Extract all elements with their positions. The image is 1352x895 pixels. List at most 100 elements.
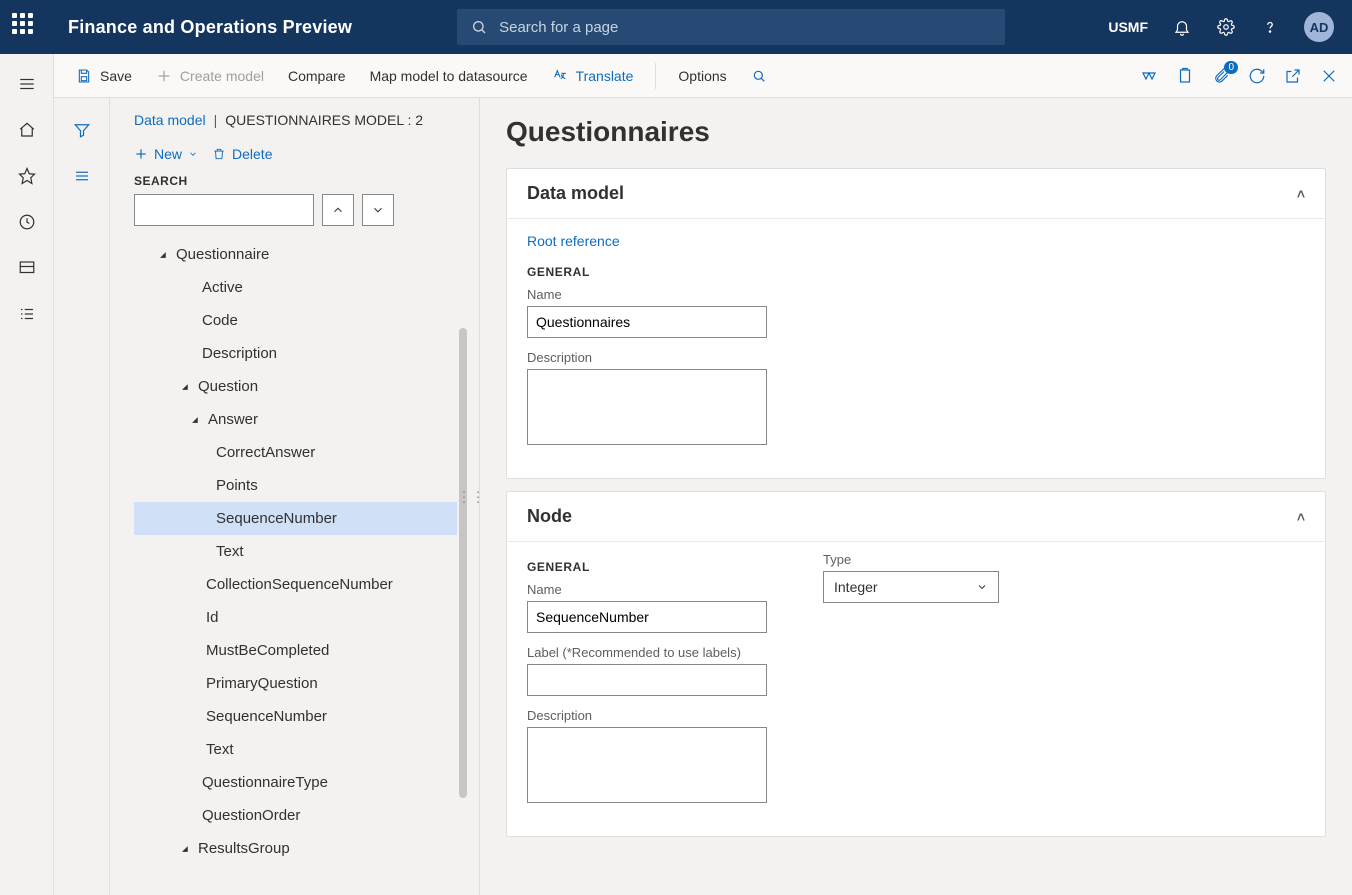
details-panel: Questionnaires Data model ˄ Root referen… xyxy=(480,98,1352,895)
delete-button[interactable]: Delete xyxy=(212,146,272,162)
tree-node[interactable]: CorrectAnswer xyxy=(134,436,457,469)
tree-node-label: Description xyxy=(202,345,277,362)
workspace-icon[interactable] xyxy=(15,256,39,280)
action-bar: Save Create model Compare Map model to d… xyxy=(54,54,1352,98)
create-model-label: Create model xyxy=(180,68,264,84)
list-icon[interactable] xyxy=(70,164,94,188)
resize-grip-icon[interactable]: ⋮⋮ xyxy=(457,488,485,505)
tree-scrollbar[interactable] xyxy=(459,328,467,798)
node-name-input[interactable] xyxy=(527,601,767,633)
type-value: Integer xyxy=(834,579,878,595)
save-button[interactable]: Save xyxy=(68,64,140,88)
tree-node-label: Text xyxy=(216,543,244,560)
translate-label: Translate xyxy=(576,68,634,84)
tree-node[interactable]: Description xyxy=(134,337,457,370)
compare-button[interactable]: Compare xyxy=(280,64,354,88)
new-button[interactable]: New xyxy=(134,146,198,162)
chevron-down-icon xyxy=(188,149,198,159)
find-button[interactable] xyxy=(743,64,775,88)
bell-icon[interactable] xyxy=(1172,17,1192,37)
breadcrumb-current: QUESTIONNAIRES MODEL : 2 xyxy=(225,112,423,128)
tree-node[interactable]: SequenceNumber xyxy=(134,700,457,733)
waffle-icon[interactable] xyxy=(12,13,40,41)
funnel-icon[interactable] xyxy=(70,118,94,142)
tree-node[interactable]: MustBeCompleted xyxy=(134,634,457,667)
avatar[interactable]: AD xyxy=(1304,12,1334,42)
tree-node-label: CorrectAnswer xyxy=(216,444,315,461)
search-prev-button[interactable] xyxy=(322,194,354,226)
tree-node[interactable]: ◢ Question xyxy=(134,370,457,403)
tree-search-input[interactable] xyxy=(134,194,314,226)
tree-node[interactable]: ◢ Questionnaire xyxy=(134,238,457,271)
root-reference-link[interactable]: Root reference xyxy=(527,225,620,253)
tree-node-label: Id xyxy=(206,609,219,626)
map-button[interactable]: Map model to datasource xyxy=(362,64,536,88)
filter-strip xyxy=(54,98,110,895)
caret-icon[interactable]: ◢ xyxy=(180,844,190,853)
diamond-icon[interactable] xyxy=(1140,67,1158,85)
tree-node[interactable]: Text xyxy=(134,733,457,766)
tree-node[interactable]: Points xyxy=(134,469,457,502)
clipboard-icon[interactable] xyxy=(1176,67,1194,85)
tree-node-label: Questionnaire xyxy=(176,246,269,263)
tree-node[interactable]: Code xyxy=(134,304,457,337)
tree-node-label: CollectionSequenceNumber xyxy=(206,576,393,593)
tree-node[interactable]: Text xyxy=(134,535,457,568)
chevron-up-icon: ˄ xyxy=(1297,509,1305,525)
card-head-data-model[interactable]: Data model ˄ xyxy=(507,169,1325,218)
name-label: Name xyxy=(527,287,1305,302)
home-icon[interactable] xyxy=(15,118,39,142)
node-name-label: Name xyxy=(527,582,767,597)
app-title: Finance and Operations Preview xyxy=(68,17,352,38)
translate-button[interactable]: Translate xyxy=(544,64,642,88)
popout-icon[interactable] xyxy=(1284,67,1302,85)
options-button[interactable]: Options xyxy=(670,64,734,88)
tree-node-label: QuestionOrder xyxy=(202,807,300,824)
caret-icon[interactable]: ◢ xyxy=(180,382,190,391)
star-icon[interactable] xyxy=(15,164,39,188)
type-select[interactable]: Integer xyxy=(823,571,999,603)
card-title: Node xyxy=(527,506,572,527)
section-general: GENERAL xyxy=(527,265,1305,279)
global-search-input[interactable] xyxy=(499,19,991,36)
tree-node-label: MustBeCompleted xyxy=(206,642,329,659)
caret-icon[interactable]: ◢ xyxy=(158,250,168,259)
desc-label: Description xyxy=(527,350,1305,365)
search-next-button[interactable] xyxy=(362,194,394,226)
gear-icon[interactable] xyxy=(1216,17,1236,37)
tree-node[interactable]: QuestionOrder xyxy=(134,799,457,832)
dm-name-input[interactable] xyxy=(527,306,767,338)
search-icon xyxy=(751,68,767,84)
company-code[interactable]: USMF xyxy=(1108,19,1148,35)
section-general: GENERAL xyxy=(527,560,767,574)
breadcrumb-parent[interactable]: Data model xyxy=(134,112,206,128)
tree-node[interactable]: SequenceNumber xyxy=(134,502,457,535)
tree-node[interactable]: CollectionSequenceNumber xyxy=(134,568,457,601)
card-head-node[interactable]: Node ˄ xyxy=(507,492,1325,541)
tree-node[interactable]: PrimaryQuestion xyxy=(134,667,457,700)
search-label: SEARCH xyxy=(134,174,467,188)
dm-desc-input[interactable] xyxy=(527,369,767,445)
tree-node[interactable]: QuestionnaireType xyxy=(134,766,457,799)
map-label: Map model to datasource xyxy=(370,68,528,84)
plus-icon xyxy=(156,68,172,84)
node-label-input[interactable] xyxy=(527,664,767,696)
hamburger-icon[interactable] xyxy=(15,72,39,96)
left-rail xyxy=(0,54,54,895)
tree-node[interactable]: ◢Answer xyxy=(134,403,457,436)
tree-node[interactable]: Active xyxy=(134,271,457,304)
global-search[interactable] xyxy=(457,9,1005,45)
tree-node-label: QuestionnaireType xyxy=(202,774,328,791)
translate-icon xyxy=(552,68,568,84)
refresh-icon[interactable] xyxy=(1248,67,1266,85)
caret-icon[interactable]: ◢ xyxy=(190,415,200,424)
node-desc-input[interactable] xyxy=(527,727,767,803)
help-icon[interactable] xyxy=(1260,17,1280,37)
tree-node[interactable]: Id xyxy=(134,601,457,634)
clock-icon[interactable] xyxy=(15,210,39,234)
attachment-icon[interactable]: 0 xyxy=(1212,67,1230,85)
modules-icon[interactable] xyxy=(15,302,39,326)
close-icon[interactable] xyxy=(1320,67,1338,85)
tree-node-label: Question xyxy=(198,378,258,395)
tree-node[interactable]: ◢ResultsGroup xyxy=(134,832,457,865)
